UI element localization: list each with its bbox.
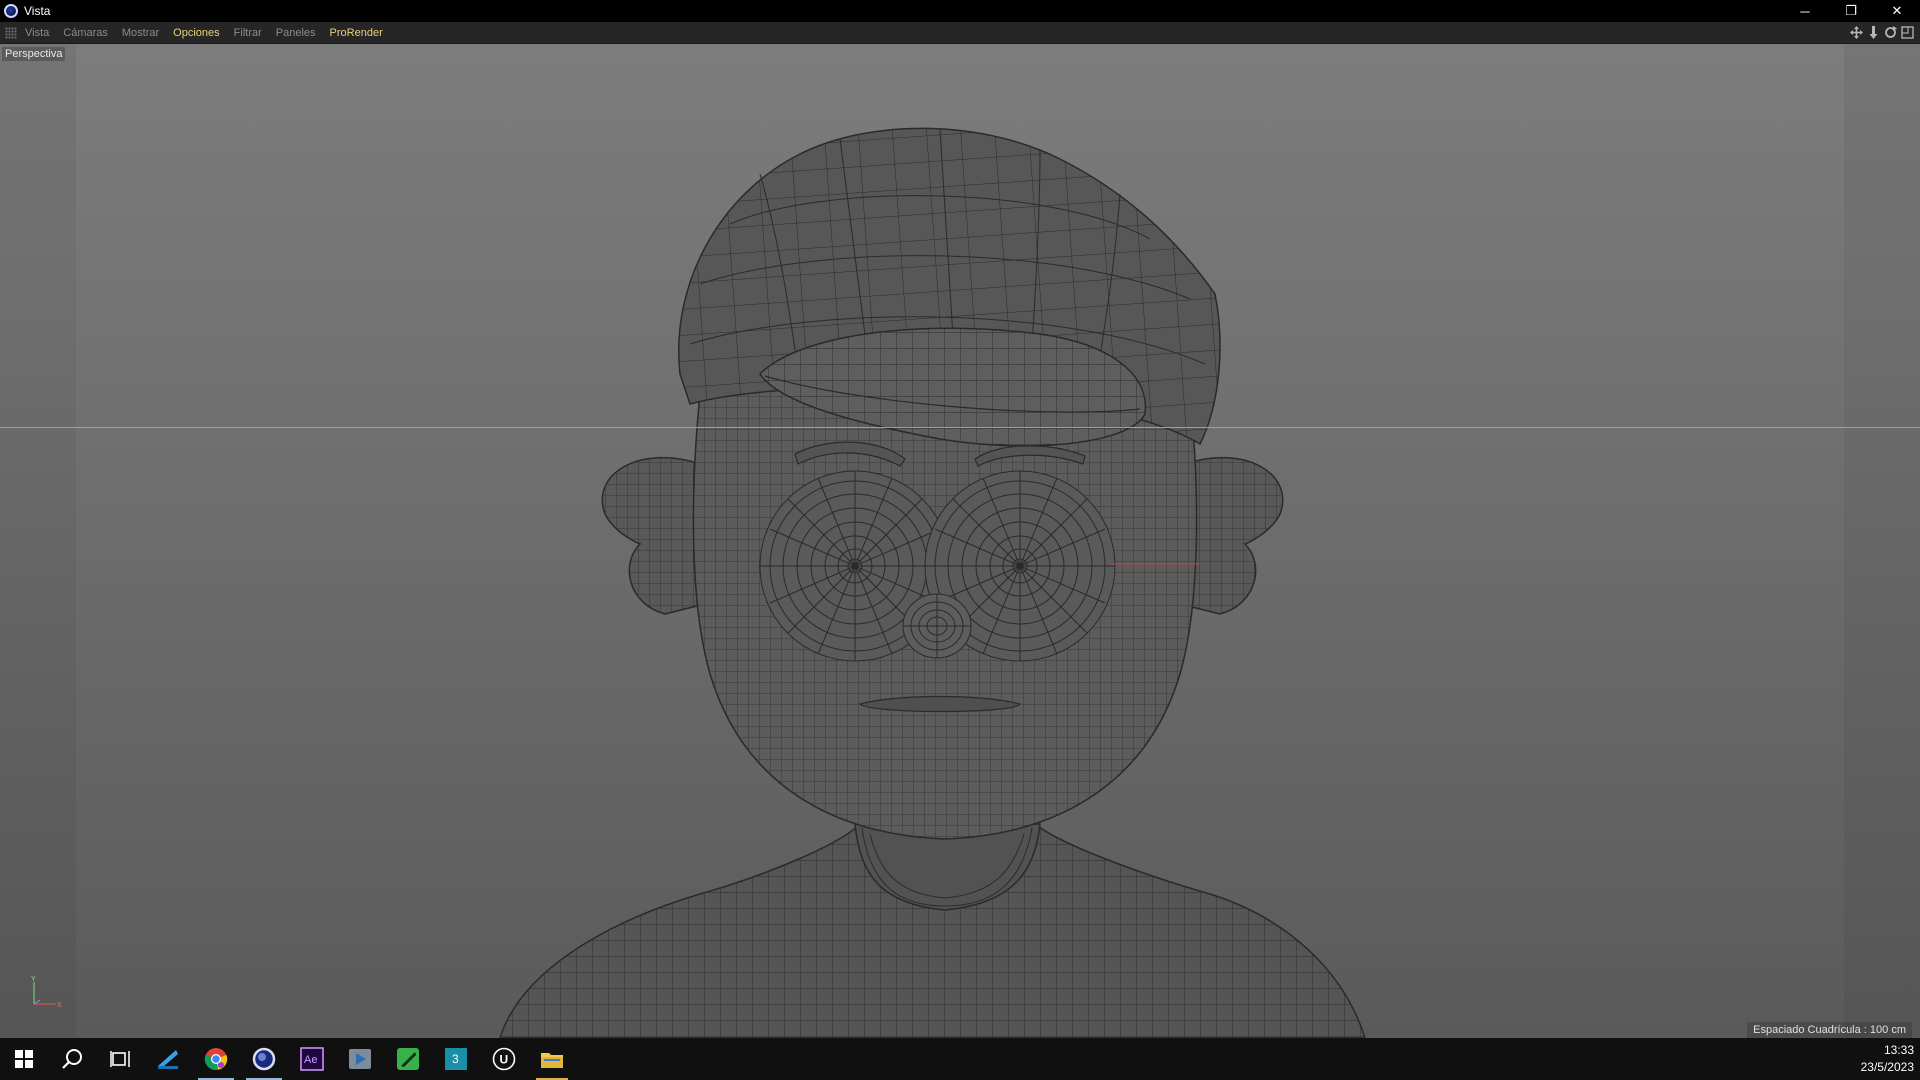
chrome-icon — [204, 1048, 228, 1071]
maximize-view-icon[interactable] — [1899, 24, 1916, 41]
window-controls: ─ ❐ ✕ — [1782, 0, 1920, 22]
taskbar-chrome[interactable] — [192, 1038, 240, 1080]
app-blue-icon — [158, 1050, 178, 1069]
move-view-icon[interactable] — [1848, 24, 1865, 41]
window-title: Vista — [24, 4, 51, 18]
search-button[interactable] — [48, 1038, 96, 1080]
title-bar: Vista ─ ❐ ✕ — [0, 0, 1920, 22]
unreal-engine-icon: U — [492, 1047, 516, 1071]
nose-mesh — [902, 593, 972, 659]
taskbar-unreal-engine[interactable]: U — [480, 1038, 528, 1080]
grid-spacing-readout: Espaciado Cuadrícula : 100 cm — [1747, 1022, 1912, 1038]
view-navigation-tools — [1848, 24, 1916, 41]
system-clock[interactable]: 13:33 23/5/2023 — [1861, 1042, 1914, 1076]
media-player-icon — [349, 1049, 371, 1069]
taskbar-3ds-max[interactable]: 3 — [432, 1038, 480, 1080]
zoom-view-icon[interactable] — [1865, 24, 1882, 41]
taskbar-file-explorer[interactable] — [528, 1038, 576, 1080]
panel-grip-icon[interactable] — [5, 26, 17, 39]
menu-filtrar[interactable]: Filtrar — [234, 27, 262, 39]
taskbar-cinema4d[interactable] — [240, 1038, 288, 1080]
taskbar-app-blue[interactable] — [144, 1038, 192, 1080]
start-icon — [15, 1050, 33, 1068]
search-icon — [62, 1049, 82, 1069]
green-app-icon — [397, 1048, 419, 1070]
cinema4d-app-icon — [4, 4, 18, 18]
menu-mostrar[interactable]: Mostrar — [122, 27, 159, 39]
character-wireframe-mesh[interactable] — [0, 44, 1920, 1038]
3ds-max-icon: 3 — [445, 1048, 467, 1070]
taskbar-after-effects[interactable]: Ae — [288, 1038, 336, 1080]
menu-camaras[interactable]: Cámaras — [63, 27, 108, 39]
menu-paneles[interactable]: Paneles — [276, 27, 316, 39]
rotate-view-icon[interactable] — [1882, 24, 1899, 41]
after-effects-icon: Ae — [300, 1047, 324, 1071]
restore-button[interactable]: ❐ — [1828, 0, 1874, 22]
menu-vista[interactable]: Vista — [25, 27, 49, 39]
minimize-button[interactable]: ─ — [1782, 0, 1828, 22]
start-button[interactable] — [0, 1038, 48, 1080]
file-explorer-icon — [541, 1053, 563, 1068]
taskbar-media-player[interactable] — [336, 1038, 384, 1080]
clock-date: 23/5/2023 — [1860, 1060, 1914, 1074]
svg-text:U: U — [500, 1053, 509, 1067]
clock-time: 13:33 — [1883, 1043, 1914, 1057]
close-button[interactable]: ✕ — [1874, 0, 1920, 22]
svg-text:3: 3 — [452, 1052, 459, 1066]
perspective-viewport[interactable]: Perspectiva Y X Espaciado Cuadrícula : 1… — [0, 44, 1920, 1038]
menu-opciones[interactable]: Opciones — [173, 27, 219, 39]
menu-prorender[interactable]: ProRender — [330, 27, 383, 39]
svg-text:Ae: Ae — [304, 1054, 317, 1066]
task-view-button[interactable] — [96, 1038, 144, 1080]
viewport-menu-bar: Vista Cámaras Mostrar Opciones Filtrar P… — [0, 22, 1920, 44]
view-label-perspectiva[interactable]: Perspectiva — [2, 47, 66, 61]
windows-taskbar: Ae 3 U 13:33 23/5/2023 — [0, 1038, 1920, 1080]
taskbar-green-app[interactable] — [384, 1038, 432, 1080]
world-axis-gizmo: Y X — [24, 974, 64, 1019]
axis-y-label: Y — [31, 976, 36, 983]
horizon-line — [0, 427, 1920, 428]
task-view-icon — [110, 1051, 130, 1067]
axis-x-label: X — [57, 1002, 62, 1009]
cinema4d-icon — [252, 1047, 276, 1071]
